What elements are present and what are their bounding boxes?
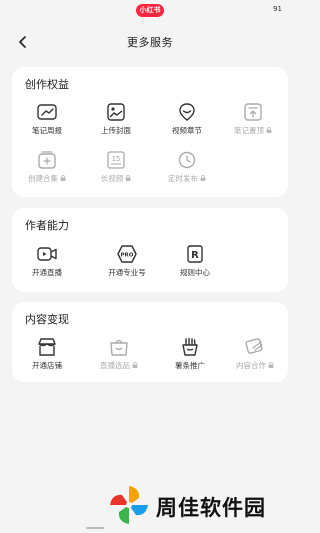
app-badge: 小红书 (136, 4, 164, 17)
service-label: 笔记周报 (32, 126, 62, 135)
service-label: 创建合集 (28, 174, 58, 183)
service-create-collection[interactable]: 创建合集 (16, 151, 78, 191)
add-collection-icon (38, 151, 56, 169)
image-icon (107, 103, 125, 121)
service-label: 规则中心 (180, 268, 210, 277)
pro-badge-icon: PRO (117, 245, 137, 263)
fries-icon (182, 338, 198, 356)
section-title: 作者能力 (25, 219, 69, 232)
location-pin-icon (179, 103, 195, 121)
chart-icon (37, 104, 57, 120)
service-video-chapters[interactable]: 视频章节 (156, 103, 218, 143)
service-open-store[interactable]: 开通店铺 (16, 338, 78, 378)
service-label: 笔记置顶 (234, 126, 264, 135)
battery-level: 91 (273, 5, 282, 13)
service-rules-center[interactable]: R 规则中心 (164, 245, 226, 285)
lock-icon (125, 175, 131, 181)
home-indicator (86, 527, 104, 529)
service-long-video[interactable]: 15 长视频 (85, 151, 147, 191)
section-title: 创作权益 (25, 78, 69, 91)
shopping-bag-icon (110, 339, 128, 356)
clock-icon (178, 151, 196, 169)
service-label: 直播选品 (100, 361, 130, 370)
service-label: 开通直播 (32, 268, 62, 277)
service-note-weekly-report[interactable]: 笔记周报 (16, 103, 78, 143)
service-pin-note[interactable]: 笔记置顶 (222, 103, 284, 143)
service-scheduled-publish[interactable]: 定时发布 (156, 151, 218, 191)
section-creation-benefits: 创作权益 笔记周报 上传封面 视频章节 笔记置顶 创建合集 15 长视频 定时发… (12, 67, 288, 197)
service-label: 长视频 (100, 174, 124, 183)
service-label: 开通店铺 (32, 361, 62, 370)
live-video-icon (37, 247, 57, 261)
pro-badge-icon-text: PRO (121, 253, 134, 259)
service-content-cooperation[interactable]: 内容合作 (224, 338, 286, 378)
service-label: 内容合作 (236, 361, 266, 370)
rules-icon-text: R (191, 250, 199, 261)
lock-icon (60, 175, 66, 181)
service-label: 定时发布 (168, 174, 198, 183)
service-fries-promotion[interactable]: 薯条推广 (159, 338, 221, 378)
watermark: 周佳软件园 (104, 482, 300, 528)
long-video-icon-text: 15 (112, 155, 121, 163)
service-pro-account[interactable]: PRO 开通专业号 (96, 245, 158, 285)
section-content-monetization: 内容变现 开通店铺 直播选品 薯条推广 内容合作 (12, 302, 288, 382)
status-bar: 小红书 91 (0, 0, 300, 24)
lock-icon (268, 362, 274, 368)
service-upload-cover[interactable]: 上传封面 (85, 103, 147, 143)
watermark-text: 周佳软件园 (156, 496, 266, 520)
nav-bar: 更多服务 (0, 28, 300, 56)
page-title: 更多服务 (127, 36, 173, 49)
section-author-abilities: 作者能力 开通直播 PRO 开通专业号 R 规则中心 (12, 208, 288, 292)
long-video-icon: 15 (107, 151, 125, 169)
rules-icon: R (187, 245, 203, 263)
service-live-selection[interactable]: 直播选品 (88, 338, 150, 378)
section-title: 内容变现 (25, 313, 69, 326)
service-label: 薯条推广 (175, 361, 205, 370)
lock-icon (200, 175, 206, 181)
service-label: 开通专业号 (108, 268, 146, 277)
pinwheel-logo-icon (110, 486, 148, 524)
pin-top-icon (244, 103, 262, 121)
service-start-live[interactable]: 开通直播 (16, 245, 78, 285)
lock-icon (266, 127, 272, 133)
lock-icon (132, 362, 138, 368)
service-label: 上传封面 (101, 126, 131, 135)
store-icon (38, 338, 56, 356)
cooperation-icon (245, 338, 263, 354)
service-label: 视频章节 (172, 126, 202, 135)
